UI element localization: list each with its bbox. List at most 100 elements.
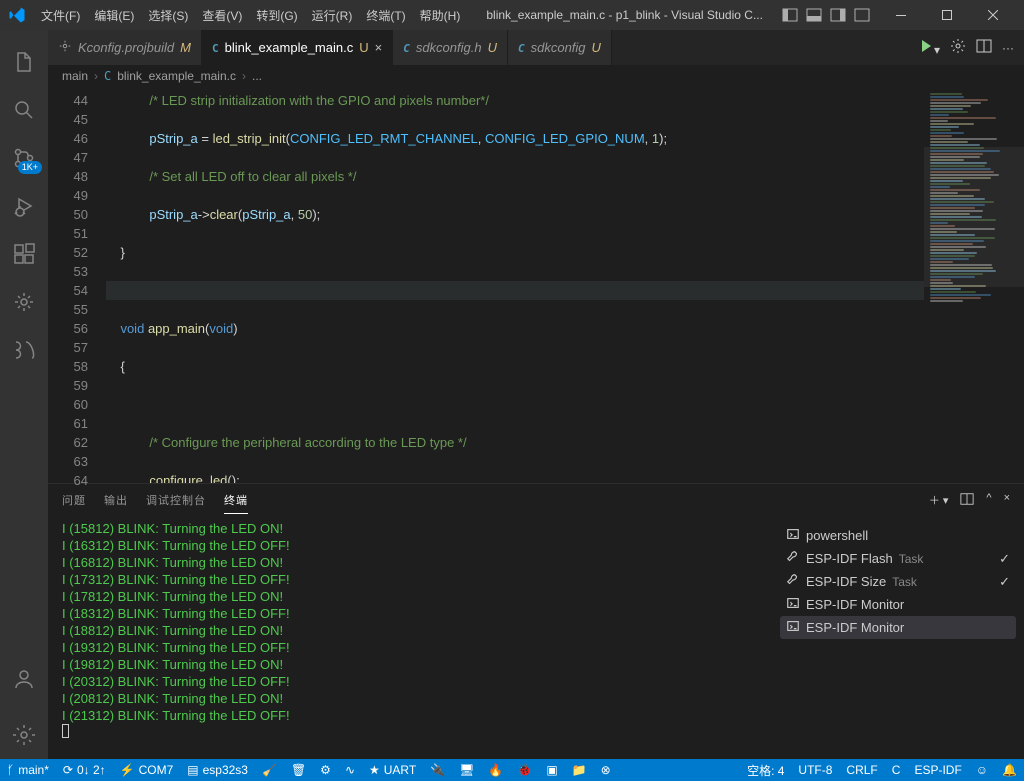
menu-编辑(E)[interactable]: 编辑(E) <box>87 3 141 28</box>
terminal-item[interactable]: ESP-IDF Size Task✓ <box>780 570 1016 593</box>
terminal-item[interactable]: ESP-IDF Flash Task✓ <box>780 547 1016 570</box>
statusbar-item[interactable]: 空格: 4 <box>740 759 791 781</box>
explorer-activity[interactable] <box>0 38 48 86</box>
panel-tab[interactable]: 输出 <box>104 487 128 514</box>
close-window-button[interactable] <box>970 1 1016 29</box>
settings-activity[interactable] <box>0 711 48 759</box>
editor-tab[interactable]: Csdkconfig.hU <box>393 30 508 65</box>
settings-gear-icon[interactable] <box>950 38 966 57</box>
statusbar-item[interactable]: ▤esp32s3 <box>180 759 255 781</box>
statusbar-item[interactable]: ⚡COM7 <box>113 759 181 781</box>
statusbar-item[interactable]: C <box>885 759 908 781</box>
statusbar-item[interactable]: 🗑 <box>284 759 313 781</box>
editor-tab[interactable]: CsdkconfigU <box>508 30 612 65</box>
tab-label: sdkconfig <box>531 40 586 55</box>
terminal-task-label: Task <box>899 552 924 566</box>
code-line[interactable]: pStrip_a = led_strip_init(CONFIG_LED_RMT… <box>106 129 924 148</box>
panel-tab[interactable]: 终端 <box>224 487 248 514</box>
breadcrumb-file[interactable]: blink_example_main.c <box>117 69 236 83</box>
cmake-activity[interactable] <box>0 326 48 374</box>
statusbar-label: 空格: 4 <box>747 762 784 779</box>
menu-选择(S)[interactable]: 选择(S) <box>141 3 195 28</box>
close-tab-icon[interactable]: × <box>375 40 383 55</box>
maximize-button[interactable] <box>924 1 970 29</box>
statusbar-item[interactable]: CRLF <box>839 759 884 781</box>
code-line[interactable] <box>106 281 924 300</box>
statusbar-item[interactable]: 🔥 <box>481 759 510 781</box>
code-content[interactable]: /* LED strip initialization with the GPI… <box>106 87 924 483</box>
code-line[interactable]: } <box>106 243 924 262</box>
code-line[interactable]: /* LED strip initialization with the GPI… <box>106 91 924 110</box>
breadcrumb-rest[interactable]: ... <box>252 69 262 83</box>
code-line[interactable] <box>106 395 924 414</box>
terminal-item[interactable]: ESP-IDF Monitor <box>780 593 1016 616</box>
espressif-activity[interactable] <box>0 278 48 326</box>
menu-运行(R)[interactable]: 运行(R) <box>305 3 360 28</box>
minimize-button[interactable] <box>878 1 924 29</box>
breadcrumb[interactable]: main › C blink_example_main.c › ... <box>48 65 1024 87</box>
code-line[interactable]: /* Configure the peripheral according to… <box>106 433 924 452</box>
terminal-line: I (19812) BLINK: Turning the LED ON! <box>62 656 758 673</box>
statusbar-item[interactable]: ᚶmain* <box>0 759 56 781</box>
terminal-output[interactable]: I (15812) BLINK: Turning the LED ON!I (1… <box>48 516 772 759</box>
panel-tab[interactable]: 问题 <box>62 487 86 514</box>
statusbar-item[interactable]: ☺ <box>969 759 995 781</box>
statusbar-item[interactable]: 🧹 <box>255 759 284 781</box>
extensions-activity[interactable] <box>0 230 48 278</box>
breadcrumb-root[interactable]: main <box>62 69 88 83</box>
code-line[interactable]: void app_main(void) <box>106 319 924 338</box>
code-line[interactable]: pStrip_a->clear(pStrip_a, 50); <box>106 205 924 224</box>
statusbar-item[interactable]: 🔔 <box>995 759 1024 781</box>
terminal-item[interactable]: ESP-IDF Monitor <box>780 616 1016 639</box>
menu-查看(V)[interactable]: 查看(V) <box>195 3 249 28</box>
menu-文件(F)[interactable]: 文件(F) <box>34 3 87 28</box>
maximize-panel-icon[interactable]: ^ <box>986 492 991 509</box>
search-activity[interactable] <box>0 86 48 134</box>
flame-icon: 🔥 <box>488 763 503 777</box>
close-panel-icon[interactable]: × <box>1004 492 1010 509</box>
statusbar-item[interactable]: ⊗ <box>594 759 618 781</box>
panel-tab[interactable]: 调试控制台 <box>146 487 206 514</box>
terminal-item[interactable]: powershell <box>780 524 1016 547</box>
statusbar-label: COM7 <box>139 763 174 777</box>
statusbar-item[interactable]: 📁 <box>565 759 594 781</box>
run-play-icon[interactable]: ▾ <box>918 38 940 57</box>
statusbar-item[interactable]: ⚙ <box>313 759 338 781</box>
feedback-icon: ☺ <box>976 763 988 777</box>
split-editor-icon[interactable] <box>976 38 992 57</box>
line-gutter: 4445464748495051525354555657585960616263… <box>48 87 106 483</box>
layout-customize-icon[interactable] <box>854 7 870 23</box>
folder-icon: 📁 <box>572 763 587 777</box>
minimap[interactable] <box>924 87 1024 483</box>
statusbar-item[interactable]: 🔌 <box>423 759 452 781</box>
layout-panel-bottom-icon[interactable] <box>806 7 822 23</box>
statusbar-item[interactable]: 🖥 <box>452 759 481 781</box>
menu-转到(G)[interactable]: 转到(G) <box>249 3 304 28</box>
menu-终端(T)[interactable]: 终端(T) <box>359 3 412 28</box>
source-control-activity[interactable]: 1K+ <box>0 134 48 182</box>
code-line[interactable]: configure_led(); <box>106 471 924 483</box>
layout-panel-left-icon[interactable] <box>782 7 798 23</box>
layout-panel-right-icon[interactable] <box>830 7 846 23</box>
statusbar-item[interactable]: ∿ <box>338 759 362 781</box>
code-line[interactable]: /* Set all LED off to clear all pixels *… <box>106 167 924 186</box>
statusbar-item[interactable]: 🐞 <box>510 759 539 781</box>
statusbar-item[interactable]: ▣ <box>539 759 564 781</box>
statusbar-item[interactable]: ★UART <box>362 759 423 781</box>
more-actions-icon[interactable]: ··· <box>1002 41 1014 55</box>
statusbar-item[interactable]: ⟳0↓ 2↑ <box>56 759 113 781</box>
minimap-thumb[interactable] <box>924 147 1024 287</box>
new-terminal-icon[interactable]: ＋ ▾ <box>929 492 949 509</box>
run-debug-activity[interactable] <box>0 182 48 230</box>
code-line[interactable]: { <box>106 357 924 376</box>
code-editor[interactable]: 4445464748495051525354555657585960616263… <box>48 87 1024 483</box>
split-terminal-icon[interactable] <box>960 492 974 509</box>
editor-tab[interactable]: Kconfig.projbuildM <box>48 30 202 65</box>
menu-帮助(H)[interactable]: 帮助(H) <box>413 3 468 28</box>
terminal-line: I (17312) BLINK: Turning the LED OFF! <box>62 571 758 588</box>
editor-tab[interactable]: Cblink_example_main.cU× <box>202 30 393 65</box>
statusbar-item[interactable]: UTF-8 <box>791 759 839 781</box>
statusbar-item[interactable]: ESP-IDF <box>907 759 968 781</box>
terminal-line: I (20312) BLINK: Turning the LED OFF! <box>62 673 758 690</box>
accounts-activity[interactable] <box>0 655 48 703</box>
